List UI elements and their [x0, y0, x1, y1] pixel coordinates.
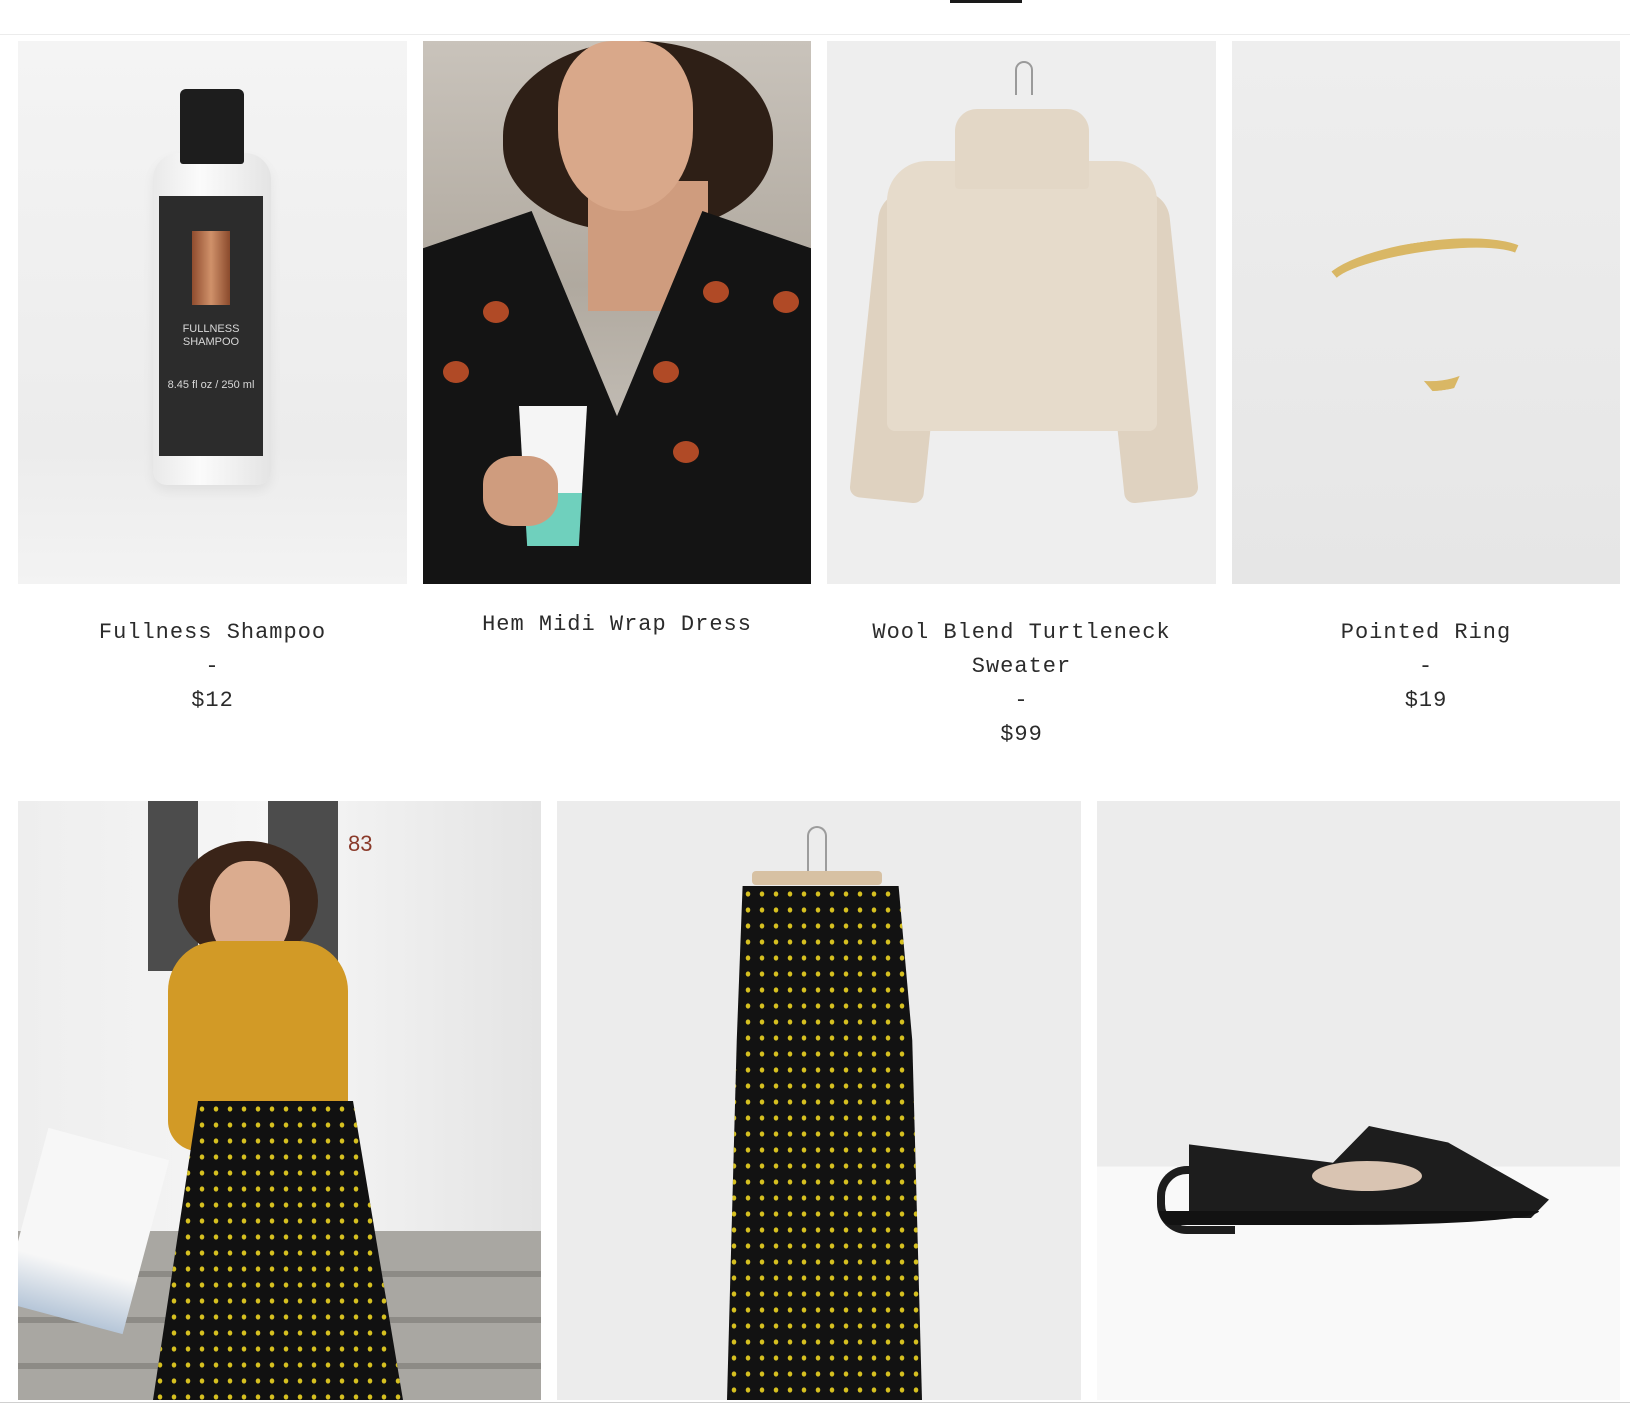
product-price: $19 — [1404, 688, 1448, 713]
product-caption: Wool Blend Turtleneck Sweater - $99 — [827, 616, 1216, 752]
sweater-collar — [955, 109, 1089, 189]
model-face — [558, 41, 693, 211]
product-name[interactable]: Hem Midi Wrap Dress — [423, 608, 811, 642]
label-volume: 8.45 fl oz / 250 ml — [167, 379, 255, 391]
shampoo-cap — [180, 89, 244, 164]
shoe-sole — [1159, 1211, 1539, 1225]
product-name[interactable]: Pointed Ring — [1232, 616, 1620, 650]
product-card-floral-wrap-skirt[interactable] — [557, 801, 1081, 1400]
dress-flower — [483, 301, 509, 323]
caption-separator: - — [205, 654, 220, 679]
sweater-body — [887, 161, 1157, 431]
product-card-slingback-flat[interactable] — [1097, 801, 1620, 1400]
dress-flower — [443, 361, 469, 383]
dress-flower — [673, 441, 699, 463]
active-tab-indicator — [950, 0, 1022, 3]
product-card-pointed-ring[interactable]: Pointed Ring - $19 — [1232, 41, 1620, 721]
shampoo-label-accent — [192, 231, 230, 305]
product-price: $99 — [1000, 722, 1043, 747]
dress-flower — [653, 361, 679, 383]
product-name-line2[interactable]: Sweater — [827, 650, 1216, 684]
product-image-dress[interactable] — [423, 41, 811, 584]
dress-flower — [703, 281, 729, 303]
product-name-line1[interactable]: Wool Blend Turtleneck — [827, 616, 1216, 650]
label-title-2: SHAMPOO — [182, 336, 240, 348]
hanger-hook — [807, 826, 827, 873]
caption-separator: - — [1418, 654, 1434, 679]
product-caption: Fullness Shampoo - $12 — [18, 616, 407, 718]
hanger — [752, 871, 882, 885]
product-card-hem-midi-wrap-dress[interactable]: Hem Midi Wrap Dress — [423, 41, 811, 721]
product-caption: Pointed Ring - $19 — [1232, 616, 1620, 718]
product-name[interactable]: Fullness Shampoo — [18, 616, 407, 650]
dress-flower — [773, 291, 799, 313]
product-image-sweater[interactable] — [827, 41, 1216, 584]
shampoo-label-text: FULLNESS SHAMPOO 8.45 fl oz / 250 ml — [159, 323, 263, 392]
product-caption: Hem Midi Wrap Dress — [423, 608, 811, 642]
caption-separator: - — [1014, 688, 1029, 713]
shoe-lining — [1312, 1161, 1422, 1191]
floral-skirt — [727, 886, 922, 1400]
product-image-shampoo[interactable]: FULLNESS SHAMPOO 8.45 fl oz / 250 ml — [18, 41, 407, 584]
product-image-shoe[interactable] — [1097, 801, 1620, 1400]
product-image-skirt[interactable] — [557, 801, 1081, 1400]
door-number: 83 — [348, 831, 373, 856]
divider — [0, 1402, 1630, 1403]
product-image-model-street[interactable]: 83 — [18, 801, 541, 1400]
product-card-wool-blend-turtleneck-sweater[interactable]: Wool Blend Turtleneck Sweater - $99 — [827, 41, 1216, 751]
model-hand — [483, 456, 558, 526]
product-image-ring[interactable] — [1232, 41, 1620, 584]
top-nav-bar — [0, 0, 1630, 35]
gold-ring — [1319, 227, 1548, 405]
label-title-1: FULLNESS — [182, 323, 240, 335]
product-card-fullness-shampoo[interactable]: FULLNESS SHAMPOO 8.45 fl oz / 250 ml Ful… — [18, 41, 407, 721]
product-price: $12 — [191, 688, 234, 713]
hanger-hook — [1015, 61, 1033, 95]
product-card-model-sweater-skirt[interactable]: 83 — [18, 801, 541, 1400]
